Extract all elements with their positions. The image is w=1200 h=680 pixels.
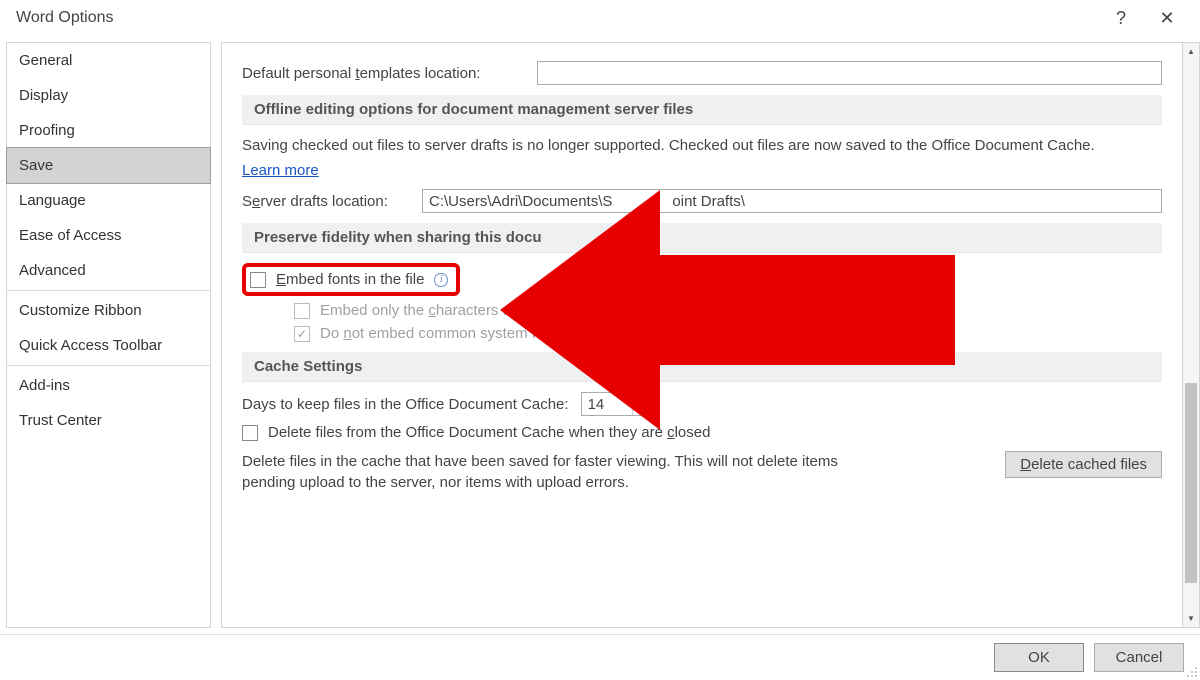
sidebar-item-trust-center[interactable]: Trust Center [7,403,210,438]
titlebar: Word Options ? ✕ [0,0,1200,36]
embed-fonts-label: Embed fonts in the file [276,271,424,288]
check-icon: ✓ [297,327,307,341]
close-icon: ✕ [1159,8,1174,29]
section-offline-editing: Offline editing options for document man… [242,95,1162,125]
delete-when-closed-checkbox[interactable] [242,425,258,441]
dialog-title: Word Options [16,9,114,27]
scroll-up-icon[interactable]: ▲ [1183,43,1199,60]
no-embed-common-label: Do not embed common system fonts [320,325,564,342]
delete-cache-desc: Delete files in the cache that have been… [242,451,882,493]
sidebar-item-language[interactable]: Language [7,183,210,218]
sidebar-item-general[interactable]: General [7,43,210,78]
sidebar-item-display[interactable]: Display [7,78,210,113]
sidebar-item-advanced[interactable]: Advanced [7,253,210,288]
scroll-thumb[interactable] [1185,383,1197,583]
no-embed-common-checkbox: ✓ [294,326,310,342]
section-preserve-fidelity: Preserve fidelity when sharing this docu [242,223,1162,253]
delete-cached-files-button[interactable]: Delete cached files [1005,451,1162,478]
sidebar-item-save[interactable]: Save [6,147,211,184]
templates-location-label: Default personal templates location: [242,65,537,82]
options-sidebar: General Display Proofing Save Language E… [6,42,211,628]
close-button[interactable]: ✕ [1144,0,1190,36]
options-content: Default personal templates location: Off… [221,42,1183,628]
embed-only-chars-checkbox [294,303,310,319]
sidebar-item-ease-of-access[interactable]: Ease of Access [7,218,210,253]
embed-only-chars-label: Embed only the characters used [320,302,535,319]
section-cache-settings: Cache Settings [242,352,1162,382]
server-drafts-label: Server drafts location: [242,193,422,210]
spin-down-icon[interactable]: ▼ [633,405,647,416]
vertical-scrollbar[interactable]: ▲ ▼ [1183,42,1200,628]
spin-up-icon[interactable]: ▲ [633,393,647,405]
embed-fonts-checkbox[interactable] [250,272,266,288]
resize-grip-icon[interactable] [1184,664,1198,678]
ok-button[interactable]: OK [994,643,1084,672]
sidebar-item-proofing[interactable]: Proofing [7,113,210,148]
sidebar-item-customize-ribbon[interactable]: Customize Ribbon [7,293,210,328]
delete-when-closed-label: Delete files from the Office Document Ca… [268,424,710,441]
server-drafts-input[interactable]: C:\Users\Adri\Documents\S oint Drafts\ [422,189,1162,213]
info-icon[interactable]: i [434,273,448,287]
days-to-keep-spinner[interactable]: ▲ ▼ [581,392,648,416]
embed-fonts-highlight: Embed fonts in the file i [242,263,460,296]
days-to-keep-label: Days to keep files in the Office Documen… [242,396,569,413]
help-button[interactable]: ? [1098,0,1144,36]
learn-more-link[interactable]: Learn more [242,162,319,179]
templates-location-input[interactable] [537,61,1162,85]
sidebar-separator [7,365,210,366]
cancel-button[interactable]: Cancel [1094,643,1184,672]
sidebar-separator [7,290,210,291]
sidebar-item-quick-access-toolbar[interactable]: Quick Access Toolbar [7,328,210,363]
offline-editing-desc: Saving checked out files to server draft… [242,135,1122,156]
dialog-footer: OK Cancel [0,634,1200,680]
sidebar-item-add-ins[interactable]: Add-ins [7,368,210,403]
help-icon: ? [1116,8,1126,29]
scroll-down-icon[interactable]: ▼ [1183,610,1199,627]
days-to-keep-input[interactable] [582,393,632,415]
